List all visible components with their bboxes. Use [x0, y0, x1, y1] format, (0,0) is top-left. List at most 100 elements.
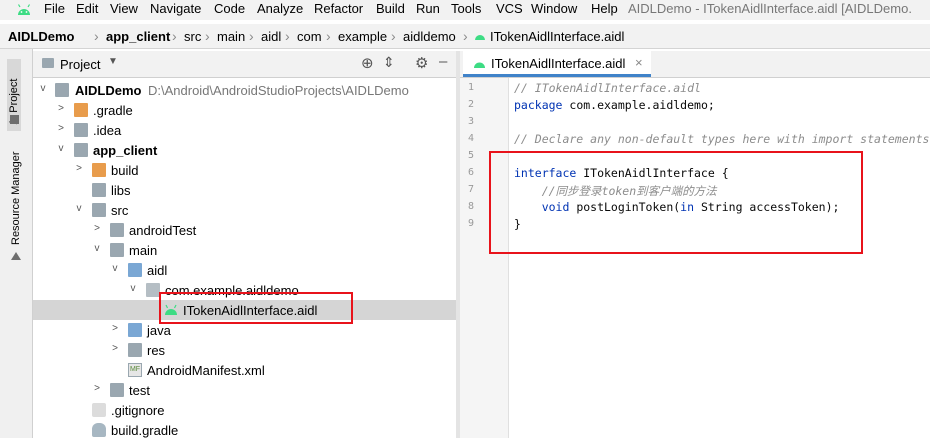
menu-build[interactable]: Build	[376, 1, 405, 16]
breadcrumb-item[interactable]: com	[297, 29, 322, 44]
breadcrumb-item[interactable]: aidldemo	[403, 29, 456, 44]
menu-run[interactable]: Run	[416, 1, 440, 16]
project-tree: v AIDLDemo D:\Android\AndroidStudioProje…	[33, 78, 456, 438]
tree-label: build	[111, 163, 139, 178]
tree-label: aidl	[147, 263, 168, 278]
expand-arrow[interactable]: >	[73, 163, 85, 174]
expand-arrow[interactable]: v	[127, 283, 139, 294]
android-file-icon	[475, 35, 485, 40]
tree-label: .gradle	[93, 103, 133, 118]
expand-arrow[interactable]: v	[37, 83, 49, 94]
folder-icon	[110, 383, 124, 397]
tree-label: build.gradle	[111, 423, 179, 438]
tree-row[interactable]: > res	[33, 340, 456, 360]
locate-icon[interactable]: ⊕	[361, 54, 374, 72]
tree-row[interactable]: v aidl	[33, 260, 456, 280]
project-panel-header: Project ▼ ⊕ ⇕ ⚙ –	[33, 51, 456, 78]
breadcrumb-separator: ›	[172, 28, 177, 44]
tree-row[interactable]: v AIDLDemo D:\Android\AndroidStudioProje…	[33, 80, 456, 100]
resource-manager-tab[interactable]: Resource Manager	[10, 151, 22, 245]
chevron-down-icon[interactable]: ▼	[108, 56, 118, 67]
expand-arrow[interactable]: >	[55, 103, 67, 114]
menu-code[interactable]: Code	[214, 1, 245, 16]
folder-icon	[128, 343, 142, 357]
code-editor[interactable]: // ITokenAidlInterface.aidl package com.…	[509, 78, 930, 438]
folder-orange-icon	[74, 103, 88, 117]
module-icon	[55, 83, 69, 97]
settings-icon[interactable]: ⚙	[415, 54, 428, 72]
menu-navigate[interactable]: Navigate	[150, 1, 201, 16]
expand-arrow[interactable]: >	[109, 343, 121, 354]
menu-vcs[interactable]: VCS	[496, 1, 523, 16]
editor-tab[interactable]: ITokenAidlInterface.aidl ×	[463, 51, 651, 77]
line-number: 3	[467, 116, 474, 127]
menu-window[interactable]: Window	[531, 1, 577, 16]
tree-row[interactable]: build.gradle	[33, 420, 456, 440]
code-line: // ITokenAidlInterface.aidl	[514, 81, 701, 95]
tree-row[interactable]: > androidTest	[33, 220, 456, 240]
breadcrumb-item[interactable]: example	[338, 29, 387, 44]
breadcrumb-separator: ›	[94, 28, 99, 44]
tree-path: D:\Android\AndroidStudioProjects\AIDLDem…	[148, 83, 409, 98]
menu-file[interactable]: File	[44, 1, 65, 16]
breadcrumb-item[interactable]: aidl	[261, 29, 281, 44]
breadcrumb-separator: ›	[391, 28, 396, 44]
tree-label: src	[111, 203, 129, 218]
breadcrumb-item[interactable]: AIDLDemo	[8, 29, 74, 44]
tree-row[interactable]: libs	[33, 180, 456, 200]
tree-row[interactable]: MF AndroidManifest.xml	[33, 360, 456, 380]
menu-tools[interactable]: Tools	[451, 1, 481, 16]
tree-row[interactable]: .gitignore	[33, 400, 456, 420]
expand-arrow[interactable]: v	[55, 143, 67, 154]
line-number: 1	[467, 82, 474, 93]
tree-label: main	[129, 243, 158, 258]
tree-label: java	[147, 323, 171, 338]
breadcrumb-item[interactable]: app_client	[106, 29, 170, 44]
hide-icon[interactable]: –	[439, 53, 447, 70]
tree-row[interactable]: v app_client	[33, 140, 456, 160]
expand-arrow[interactable]: v	[109, 263, 121, 274]
highlight-box-file	[159, 292, 353, 324]
expand-arrow[interactable]: >	[91, 383, 103, 394]
breadcrumb-item[interactable]: ITokenAidlInterface.aidl	[490, 29, 624, 44]
editor-tab-label: ITokenAidlInterface.aidl	[491, 56, 626, 71]
tree-label: app_client	[93, 143, 158, 158]
tool-window-strip: 1: Project Resource Manager	[0, 49, 33, 438]
folder-blue-icon	[128, 263, 142, 277]
menu-view[interactable]: View	[110, 1, 138, 16]
expand-arrow[interactable]: v	[73, 203, 85, 214]
project-panel-title[interactable]: Project	[60, 57, 100, 72]
menu-bar: File Edit View Navigate Code Analyze Ref…	[0, 0, 930, 20]
window-title: AIDLDemo - ITokenAidlInterface.aidl [AID…	[628, 1, 912, 16]
collapse-icon[interactable]: ⇕	[383, 54, 395, 71]
tree-label: res	[147, 343, 166, 358]
menu-help[interactable]: Help	[591, 1, 618, 16]
folder-blue-icon	[128, 323, 142, 337]
close-icon[interactable]: ×	[635, 55, 643, 70]
line-number: 2	[467, 99, 474, 110]
editor-tab-bar: ITokenAidlInterface.aidl ×	[460, 51, 930, 78]
tree-label: .gitignore	[111, 403, 165, 418]
menu-edit[interactable]: Edit	[76, 1, 98, 16]
tree-row[interactable]: > .idea	[33, 120, 456, 140]
breadcrumb-separator: ›	[326, 28, 331, 44]
expand-arrow[interactable]: >	[109, 323, 121, 334]
tree-row[interactable]: > build	[33, 160, 456, 180]
breadcrumb-item[interactable]: src	[184, 29, 201, 44]
tree-row[interactable]: > test	[33, 380, 456, 400]
code-text: com.example.aidldemo;	[562, 98, 715, 112]
line-number: 9	[467, 218, 474, 229]
menu-refactor[interactable]: Refactor	[314, 1, 363, 16]
tree-row[interactable]: v main	[33, 240, 456, 260]
expand-arrow[interactable]: >	[91, 223, 103, 234]
breadcrumb-item[interactable]: main	[217, 29, 245, 44]
expand-arrow[interactable]: v	[91, 243, 103, 254]
gitignore-icon	[92, 403, 106, 417]
tree-row[interactable]: > .gradle	[33, 100, 456, 120]
resource-manager-icon	[11, 252, 21, 260]
module-icon	[74, 143, 88, 157]
expand-arrow[interactable]: >	[55, 123, 67, 134]
tree-row[interactable]: v src	[33, 200, 456, 220]
menu-analyze[interactable]: Analyze	[257, 1, 303, 16]
tree-label: test	[129, 383, 150, 398]
